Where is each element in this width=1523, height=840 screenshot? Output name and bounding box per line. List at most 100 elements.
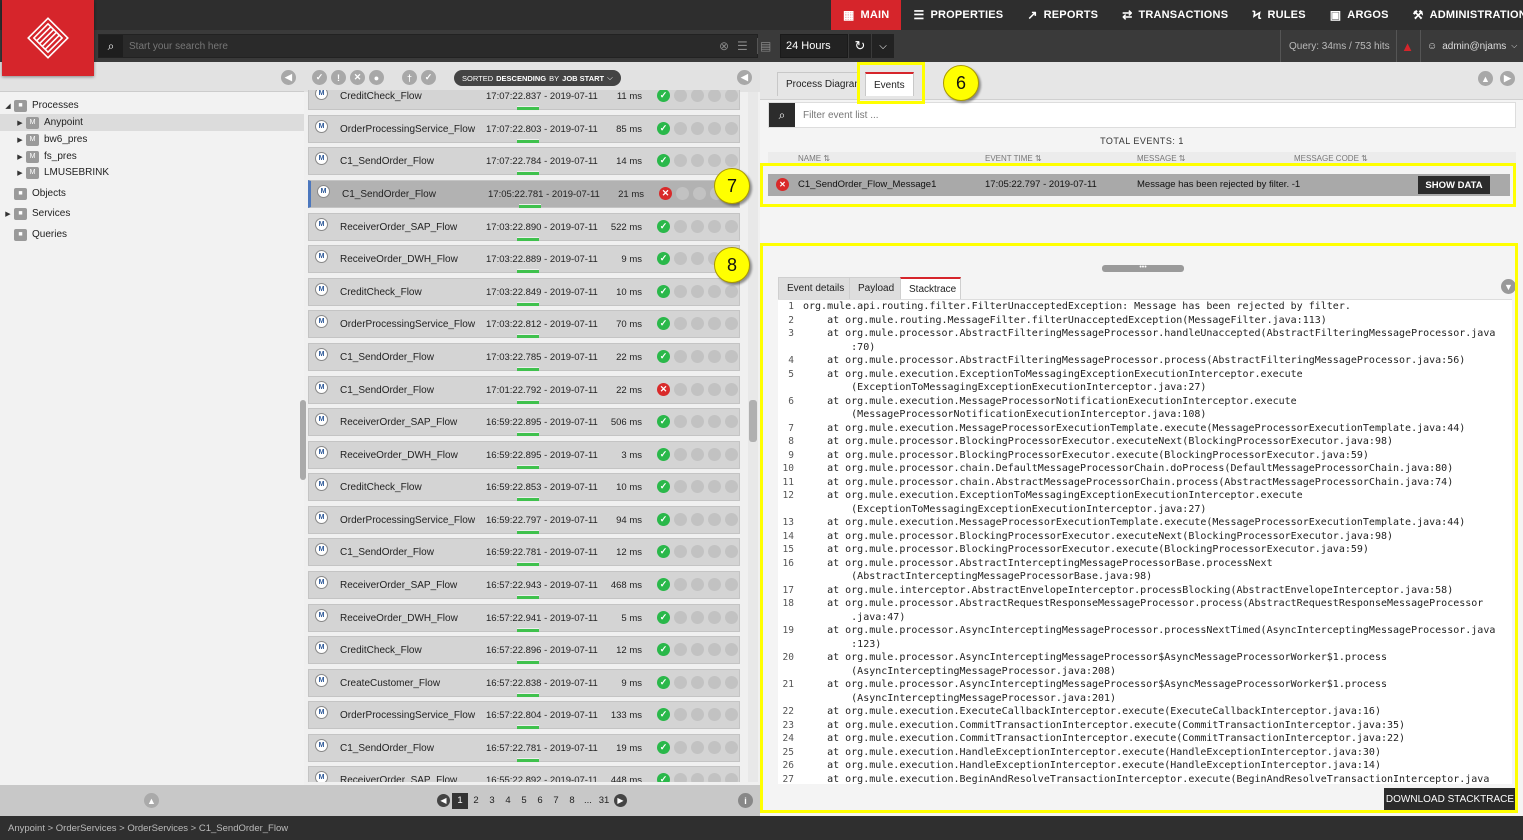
- table-row[interactable]: M ReceiverOrder_SAP_Flow 16:57:22.943 - 20…: [308, 571, 740, 600]
- expand-arrow-icon[interactable]: ◢: [2, 102, 14, 110]
- tree-item-lmusebrink[interactable]: ▶ M LMUSEBRINK: [0, 164, 304, 181]
- chevron-down-icon[interactable]: ⌵: [872, 34, 894, 58]
- filter-error-icon[interactable]: ✕: [350, 70, 365, 85]
- nav-item-main[interactable]: ▦ MAIN: [831, 0, 902, 30]
- event-filter-input[interactable]: [803, 108, 1403, 122]
- table-row[interactable]: M OrderProcessingService_Flow 17:07:22.803…: [308, 115, 740, 144]
- pin-icon[interactable]: †: [402, 70, 417, 85]
- page-8[interactable]: 8: [564, 793, 580, 809]
- table-row[interactable]: M CreateCustomer_Flow 16:57:22.838 - 2019-…: [308, 669, 740, 698]
- table-row[interactable]: M OrderProcessingService_Flow 17:03:22.812…: [308, 310, 740, 339]
- column-header-name[interactable]: NAME ⇅: [798, 154, 830, 163]
- tree-item-queries[interactable]: ■ Queries: [0, 226, 304, 243]
- filter-running-icon[interactable]: ●: [369, 70, 384, 85]
- expand-right-icon[interactable]: ▶: [1500, 71, 1515, 86]
- sort-selector[interactable]: SORTED DESCENDING BY JOB START ⌵: [454, 70, 621, 86]
- page-6[interactable]: 6: [532, 793, 548, 809]
- expand-arrow-icon[interactable]: ▶: [2, 210, 14, 218]
- table-row[interactable]: M C1_SendOrder_Flow 16:57:22.781 - 2019-07…: [308, 734, 740, 763]
- table-row[interactable]: M ReceiverOrder_SAP_Flow 16:55:22.892 - 20…: [308, 766, 740, 782]
- table-row[interactable]: M CreditCheck_Flow 17:07:22.837 - 2019-07-…: [308, 90, 740, 111]
- tree-item-objects[interactable]: ■ Objects: [0, 185, 304, 202]
- warning-icon[interactable]: ▲: [1396, 30, 1418, 62]
- tab-events[interactable]: Events: [865, 72, 914, 96]
- collapse-left-icon[interactable]: ◀: [281, 70, 296, 85]
- table-row[interactable]: M OrderProcessingService_Flow 16:59:22.797…: [308, 506, 740, 535]
- prev-page-icon[interactable]: ◀: [437, 794, 450, 807]
- table-row[interactable]: M C1_SendOrder_Flow 16:59:22.781 - 2019-07…: [308, 538, 740, 567]
- page-...[interactable]: ...: [580, 793, 596, 809]
- app-logo[interactable]: [2, 0, 94, 76]
- page-31[interactable]: 31: [596, 793, 612, 809]
- tab-event-details[interactable]: Event details: [778, 277, 854, 299]
- tree-item-services[interactable]: ▶ ■ Services: [0, 205, 304, 222]
- scroll-up-icon[interactable]: ▲: [1478, 71, 1493, 86]
- expand-arrow-icon[interactable]: ▶: [14, 119, 26, 127]
- search-options-icon[interactable]: ☰: [737, 39, 748, 53]
- page-1[interactable]: 1: [452, 792, 468, 809]
- page-7[interactable]: 7: [548, 793, 564, 809]
- panel-splitter[interactable]: [300, 400, 306, 480]
- calendar-icon[interactable]: ▤: [760, 39, 771, 53]
- tab-payload[interactable]: Payload: [849, 277, 904, 299]
- tree-item-anypoint[interactable]: ▶ M Anypoint: [0, 114, 304, 131]
- table-row[interactable]: M C1_SendOrder_Flow 17:07:22.784 - 2019-07…: [308, 147, 740, 176]
- table-row[interactable]: M ReceiveOrder_DWH_Flow 16:59:22.895 - 201…: [308, 441, 740, 470]
- search-input[interactable]: [129, 38, 699, 54]
- table-row[interactable]: M ReceiverOrder_SAP_Flow 16:59:22.895 - 20…: [308, 408, 740, 437]
- list-scrollbar-thumb[interactable]: [749, 400, 757, 442]
- nav-item-properties[interactable]: ☰ PROPERTIES: [901, 0, 1015, 30]
- table-row[interactable]: M C1_SendOrder_Flow 17:01:22.792 - 2019-07…: [308, 376, 740, 405]
- page-4[interactable]: 4: [500, 793, 516, 809]
- table-row[interactable]: M ReceiveOrder_DWH_Flow 17:03:22.889 - 201…: [308, 245, 740, 274]
- show-data-button[interactable]: SHOW DATA: [1418, 176, 1490, 194]
- table-row[interactable]: M CreditCheck_Flow 16:59:22.853 - 2019-07-…: [308, 473, 740, 502]
- table-row[interactable]: M CreditCheck_Flow 17:03:22.849 - 2019-07-…: [308, 278, 740, 307]
- user-menu[interactable]: ☺ admin@njams ⌵: [1420, 30, 1523, 62]
- nav-item-argos[interactable]: ▣ ARGOS: [1318, 0, 1401, 30]
- tree-item-processes[interactable]: ◢ ■ Processes: [0, 97, 304, 114]
- column-header-message-code[interactable]: MESSAGE CODE ⇅: [1294, 154, 1368, 163]
- tree-item-bw6_pres[interactable]: ▶ Mbw6_pres: [0, 131, 304, 148]
- clear-search-icon[interactable]: ⊗: [719, 39, 729, 53]
- check-icon[interactable]: ✓: [421, 70, 436, 85]
- select-all-icon[interactable]: ✓: [312, 70, 327, 85]
- scroll-top-icon[interactable]: ▲: [144, 793, 159, 808]
- event-row[interactable]: ✕ C1_SendOrder_Flow_Message1 17:05:22.79…: [768, 174, 1510, 196]
- collapse-middle-icon[interactable]: ◀: [737, 70, 752, 85]
- table-row[interactable]: M CreditCheck_Flow 16:57:22.896 - 2019-07-…: [308, 636, 740, 665]
- column-header-message[interactable]: MESSAGE ⇅: [1137, 154, 1186, 163]
- page-3[interactable]: 3: [484, 793, 500, 809]
- detail-resize-handle[interactable]: •••: [1102, 264, 1184, 272]
- tab-process-diagram[interactable]: Process Diagram: [777, 72, 858, 96]
- expand-arrow-icon[interactable]: ▶: [14, 136, 26, 144]
- tree-item-fs_pres[interactable]: ▶ Mfs_pres: [0, 148, 304, 165]
- search-icon[interactable]: ⌕: [769, 103, 795, 127]
- nav-item-rules[interactable]: ϟ RULES: [1240, 0, 1318, 30]
- download-stacktrace-button[interactable]: DOWNLOAD STACKTRACE: [1384, 788, 1516, 810]
- table-row[interactable]: M C1_SendOrder_Flow 17:03:22.785 - 2019-07…: [308, 343, 740, 372]
- table-row[interactable]: M OrderProcessingService_Flow 16:57:22.804…: [308, 701, 740, 730]
- nav-item-reports[interactable]: ↗ REPORTS: [1015, 0, 1110, 30]
- expand-arrow-icon[interactable]: ▶: [14, 153, 26, 161]
- tab-stacktrace[interactable]: Stacktrace: [900, 277, 961, 299]
- page-2[interactable]: 2: [468, 793, 484, 809]
- search-icon[interactable]: ⌕: [99, 35, 123, 57]
- refresh-icon[interactable]: ↻: [849, 34, 871, 58]
- nav-item-transactions[interactable]: ⇄ TRANSACTIONS: [1110, 0, 1240, 30]
- nav-item-administration[interactable]: ⚒ ADMINISTRATION: [1401, 0, 1523, 30]
- table-row[interactable]: M ReceiverOrder_SAP_Flow 17:03:22.890 - 20…: [308, 213, 740, 242]
- stacktrace-viewer[interactable]: 1 org.mule.api.routing.filter.FilterUnacc…: [778, 299, 1512, 784]
- table-row[interactable]: M ReceiveOrder_DWH_Flow 16:57:22.941 - 201…: [308, 604, 740, 633]
- next-page-icon[interactable]: ▶: [614, 794, 627, 807]
- process-name: C1_SendOrder_Flow: [342, 189, 436, 200]
- info-icon[interactable]: i: [738, 793, 753, 808]
- page-5[interactable]: 5: [516, 793, 532, 809]
- line-number: 15: [782, 544, 794, 555]
- column-header-event-time[interactable]: EVENT TIME ⇅: [985, 154, 1042, 163]
- expand-arrow-icon[interactable]: ▶: [14, 169, 26, 177]
- download-icon[interactable]: ▼: [1501, 279, 1516, 294]
- filter-warning-icon[interactable]: !: [331, 70, 346, 85]
- table-row[interactable]: M C1_SendOrder_Flow 17:05:22.781 - 2019-07…: [308, 180, 740, 209]
- time-range-select[interactable]: 24 Hours: [780, 34, 848, 58]
